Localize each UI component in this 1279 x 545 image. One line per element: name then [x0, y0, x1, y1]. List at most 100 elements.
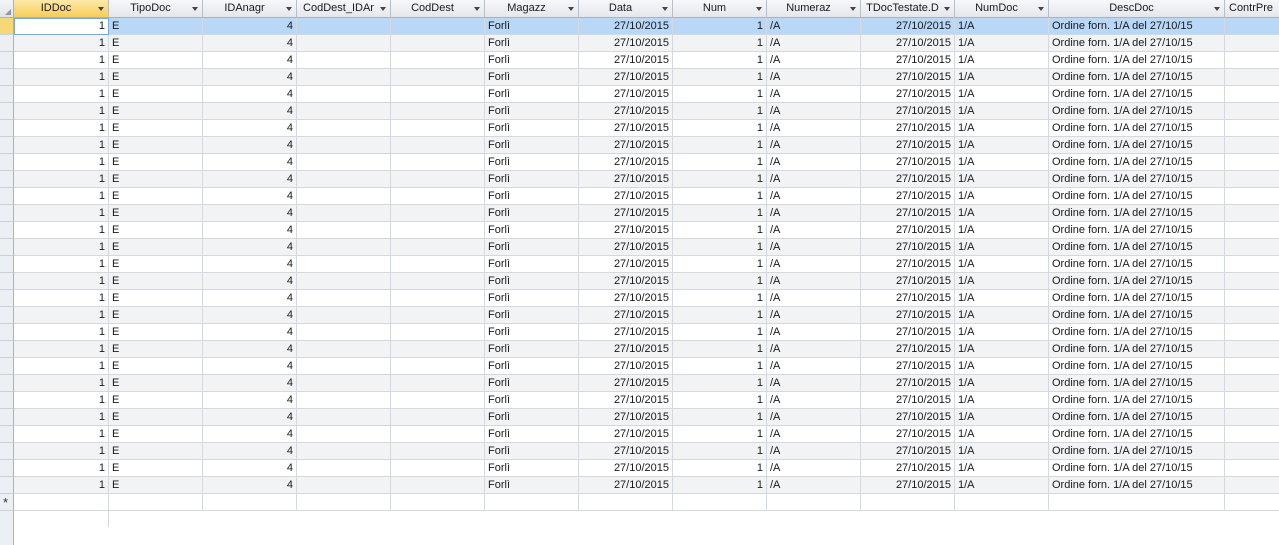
cell-iddoc[interactable]: 1 [14, 69, 109, 86]
table-row[interactable]: 1 E 4 Forlì 27/10/2015 1/A 27/10/2015 1/A Ordine… [0, 137, 1279, 154]
cell-contrpre[interactable] [1225, 443, 1279, 460]
cell-data[interactable]: 27/10/2015 [579, 52, 673, 69]
cell-descdoc[interactable]: Ordine forn. 1/A del 27/10/15 [1049, 35, 1225, 52]
cell-tipodoc[interactable]: E [109, 52, 203, 69]
cell-data[interactable]: 27/10/2015 [579, 409, 673, 426]
cell-contrpre[interactable] [1225, 375, 1279, 392]
table-row[interactable]: 1 E 4 Forlì 27/10/2015 1/A 27/10/2015 1/A Ordine… [0, 324, 1279, 341]
cell-data[interactable]: 27/10/2015 [579, 392, 673, 409]
cell-numdoc[interactable]: 1/A [955, 358, 1049, 375]
cell-descdoc[interactable]: Ordine forn. 1/A del 27/10/15 [1049, 222, 1225, 239]
cell-iddoc[interactable]: 1 [14, 35, 109, 52]
cell-tipodoc[interactable]: E [109, 154, 203, 171]
cell-numeraz[interactable]: /A [767, 222, 861, 239]
cell-tdoctestate[interactable]: 27/10/2015 [861, 460, 955, 477]
cell-num[interactable]: 1 [673, 256, 767, 273]
table-row[interactable]: 1 E 4 Forlì 27/10/2015 1/A 27/10/2015 1/A Ordine… [0, 69, 1279, 86]
cell-tdoctestate[interactable]: 27/10/2015 [861, 52, 955, 69]
cell-descdoc[interactable]: Ordine forn. 1/A del 27/10/15 [1049, 52, 1225, 69]
cell-coddest[interactable] [391, 290, 485, 307]
cell-num[interactable]: 1 [673, 69, 767, 86]
cell-tdoctestate[interactable]: 27/10/2015 [861, 86, 955, 103]
cell-magazz[interactable]: Forlì [485, 426, 579, 443]
cell-descdoc[interactable]: Ordine forn. 1/A del 27/10/15 [1049, 188, 1225, 205]
cell-tipodoc[interactable]: E [109, 426, 203, 443]
cell-coddest[interactable] [391, 205, 485, 222]
cell-num[interactable]: 1 [673, 171, 767, 188]
cell-coddest-idar[interactable] [297, 171, 391, 188]
cell-coddest[interactable] [391, 477, 485, 494]
cell-numeraz[interactable]: /A [767, 137, 861, 154]
cell-descdoc[interactable]: Ordine forn. 1/A del 27/10/15 [1049, 18, 1225, 35]
cell-contrpre[interactable] [1225, 69, 1279, 86]
cell-idanagr[interactable]: 4 [203, 171, 297, 188]
cell-numdoc[interactable]: 1/A [955, 222, 1049, 239]
cell-numeraz[interactable]: /A [767, 256, 861, 273]
cell-coddest-idar[interactable] [297, 324, 391, 341]
cell-tdoctestate[interactable]: 27/10/2015 [861, 205, 955, 222]
cell-contrpre[interactable] [1225, 358, 1279, 375]
cell-idanagr[interactable]: 4 [203, 103, 297, 120]
cell-tipodoc[interactable]: E [109, 307, 203, 324]
table-row[interactable]: 1 E 4 Forlì 27/10/2015 1/A 27/10/2015 1/A Ordine… [0, 375, 1279, 392]
cell-coddest-idar[interactable] [297, 358, 391, 375]
cell-num[interactable]: 1 [673, 477, 767, 494]
cell-coddest-idar[interactable] [297, 154, 391, 171]
cell-magazz[interactable]: Forlì [485, 69, 579, 86]
table-row[interactable]: 1 E 4 Forlì 27/10/2015 1/A 27/10/2015 1/A Ordine… [0, 103, 1279, 120]
cell-magazz[interactable]: Forlì [485, 35, 579, 52]
cell-idanagr[interactable]: 4 [203, 375, 297, 392]
cell-descdoc[interactable]: Ordine forn. 1/A del 27/10/15 [1049, 443, 1225, 460]
dropdown-arrow-icon[interactable] [662, 7, 668, 11]
cell-iddoc[interactable]: 1 [14, 18, 109, 35]
cell-coddest-idar[interactable] [297, 460, 391, 477]
cell-coddest-idar[interactable] [297, 273, 391, 290]
cell-descdoc[interactable]: Ordine forn. 1/A del 27/10/15 [1049, 239, 1225, 256]
cell-coddest-idar[interactable] [297, 222, 391, 239]
record-selector[interactable] [0, 341, 14, 358]
cell-magazz[interactable]: Forlì [485, 443, 579, 460]
cell-numdoc[interactable]: 1/A [955, 443, 1049, 460]
cell-iddoc[interactable]: 1 [14, 443, 109, 460]
dropdown-arrow-icon[interactable] [944, 7, 950, 11]
cell-idanagr[interactable]: 4 [203, 222, 297, 239]
cell-magazz[interactable]: Forlì [485, 324, 579, 341]
record-selector[interactable] [0, 273, 14, 290]
cell-magazz[interactable]: Forlì [485, 52, 579, 69]
cell-iddoc[interactable]: 1 [14, 239, 109, 256]
cell-magazz[interactable] [485, 494, 579, 511]
cell-numeraz[interactable]: /A [767, 392, 861, 409]
cell-contrpre[interactable] [1225, 52, 1279, 69]
dropdown-arrow-icon[interactable] [286, 7, 292, 11]
cell-tdoctestate[interactable]: 27/10/2015 [861, 273, 955, 290]
cell-num[interactable]: 1 [673, 137, 767, 154]
record-selector[interactable] [0, 52, 14, 69]
cell-coddest[interactable] [391, 375, 485, 392]
cell-data[interactable]: 27/10/2015 [579, 290, 673, 307]
cell-num[interactable]: 1 [673, 18, 767, 35]
cell-coddest-idar[interactable] [297, 307, 391, 324]
dropdown-arrow-icon[interactable] [380, 7, 386, 11]
cell-tdoctestate[interactable]: 27/10/2015 [861, 35, 955, 52]
cell-iddoc[interactable]: 1 [14, 154, 109, 171]
cell-coddest-idar[interactable] [297, 69, 391, 86]
record-selector[interactable] [0, 205, 14, 222]
table-row[interactable]: 1 E 4 Forlì 27/10/2015 1/A 27/10/2015 1/A Ordine… [0, 477, 1279, 494]
cell-idanagr[interactable]: 4 [203, 324, 297, 341]
cell-tdoctestate[interactable]: 27/10/2015 [861, 188, 955, 205]
table-row[interactable]: 1 E 4 Forlì 27/10/2015 1/A 27/10/2015 1/A Ordine… [0, 171, 1279, 188]
cell-numeraz[interactable] [767, 494, 861, 511]
cell-numdoc[interactable]: 1/A [955, 154, 1049, 171]
cell-iddoc[interactable]: 1 [14, 103, 109, 120]
cell-tipodoc[interactable]: E [109, 239, 203, 256]
record-selector[interactable] [0, 426, 14, 443]
cell-coddest[interactable] [391, 426, 485, 443]
cell-descdoc[interactable] [1049, 494, 1225, 511]
cell-contrpre[interactable] [1225, 137, 1279, 154]
cell-coddest-idar[interactable] [297, 375, 391, 392]
cell-descdoc[interactable]: Ordine forn. 1/A del 27/10/15 [1049, 324, 1225, 341]
table-row[interactable]: 1 E 4 Forlì 27/10/2015 1/A 27/10/2015 1/A Ordine… [0, 256, 1279, 273]
cell-coddest[interactable] [391, 341, 485, 358]
cell-numdoc[interactable]: 1/A [955, 290, 1049, 307]
cell-numeraz[interactable]: /A [767, 290, 861, 307]
